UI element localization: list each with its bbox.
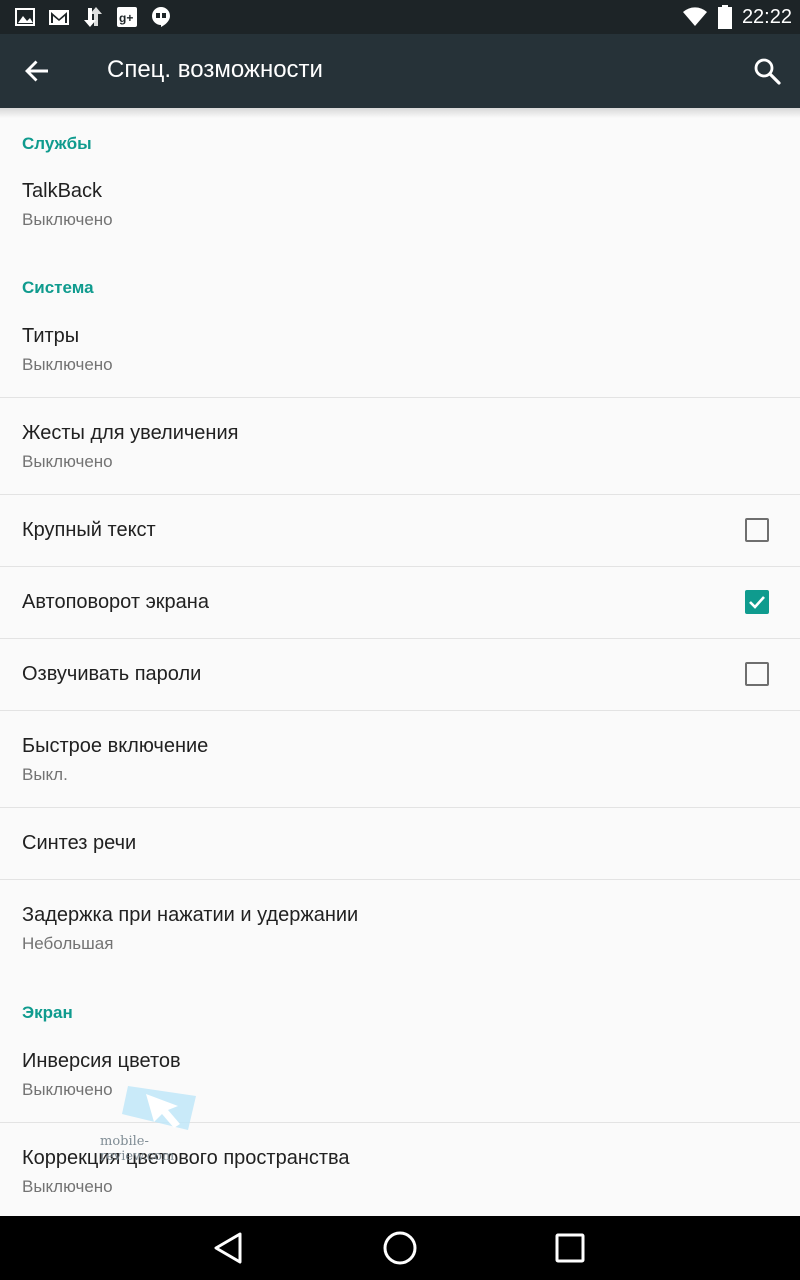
system-icons: 22:22 — [682, 5, 792, 29]
list-item-auto-rotate[interactable]: Автоповорот экрана — [0, 567, 800, 638]
item-summary: Выкл. — [22, 765, 68, 784]
svg-text:g+: g+ — [119, 11, 133, 25]
item-summary: Выключено — [22, 452, 113, 471]
speak-passwords-checkbox[interactable] — [745, 662, 769, 686]
list-item-captions[interactable]: Титры Выключено — [0, 313, 800, 397]
section-header-services: Службы — [22, 134, 92, 153]
watermark: mobile-review.com — [100, 1080, 220, 1164]
nav-back-icon[interactable] — [208, 1230, 248, 1266]
item-summary: Выключено — [22, 355, 113, 374]
hangouts-icon — [152, 7, 170, 27]
item-summary: Выключено — [22, 210, 113, 229]
item-summary: Выключено — [22, 1177, 113, 1196]
check-icon — [749, 596, 765, 609]
auto-rotate-checkbox[interactable] — [745, 590, 769, 614]
list-item-quick-enable[interactable]: Быстрое включение Выкл. — [0, 711, 800, 807]
nav-recents-icon[interactable] — [552, 1230, 588, 1266]
list-item-large-text[interactable]: Крупный текст — [0, 495, 800, 566]
search-icon[interactable] — [752, 56, 782, 86]
item-title: Задержка при нажатии и удержании — [22, 904, 359, 926]
item-title: Крупный текст — [22, 519, 156, 541]
item-title: Титры — [22, 325, 80, 347]
section-header-screen: Экран — [22, 1003, 73, 1022]
notification-icons: g+ — [14, 6, 172, 28]
battery-icon — [717, 5, 732, 29]
sync-icon — [84, 7, 102, 27]
large-text-checkbox[interactable] — [745, 518, 769, 542]
section-header-system: Система — [22, 278, 94, 297]
list-item-talkback[interactable]: TalkBack Выключено — [0, 168, 800, 258]
clock: 22:22 — [741, 5, 792, 28]
item-summary: Небольшая — [22, 934, 114, 953]
nav-home-icon[interactable] — [380, 1228, 420, 1268]
navigation-bar — [0, 1216, 800, 1280]
watermark-logo-icon — [122, 1086, 196, 1130]
google-plus-icon: g+ — [117, 7, 137, 27]
gallery-icon — [15, 8, 35, 26]
item-title: Быстрое включение — [22, 735, 209, 757]
item-title: Автоповорот экрана — [22, 591, 209, 613]
item-title: Озвучивать пароли — [22, 663, 202, 685]
arrow-left-icon[interactable] — [22, 56, 52, 86]
app-toolbar: Спец. возможности — [0, 34, 800, 108]
list-item-tts[interactable]: Синтез речи — [0, 808, 800, 879]
wifi-icon — [682, 7, 707, 26]
list-item-magnification[interactable]: Жесты для увеличения Выключено — [0, 398, 800, 494]
settings-list: Службы TalkBack Выключено Система Титры … — [0, 108, 800, 1216]
page-title: Спец. возможности — [107, 56, 323, 83]
status-bar: g+ 22:22 — [0, 0, 800, 34]
gmail-icon — [49, 10, 69, 25]
list-item-touch-hold-delay[interactable]: Задержка при нажатии и удержании Небольш… — [0, 880, 800, 980]
item-title: TalkBack — [22, 180, 103, 202]
list-item-speak-passwords[interactable]: Озвучивать пароли — [0, 639, 800, 710]
watermark-text: mobile-review.com — [100, 1134, 175, 1164]
item-title: Жесты для увеличения — [22, 422, 239, 444]
item-title: Синтез речи — [22, 832, 137, 854]
item-title: Инверсия цветов — [22, 1050, 181, 1072]
